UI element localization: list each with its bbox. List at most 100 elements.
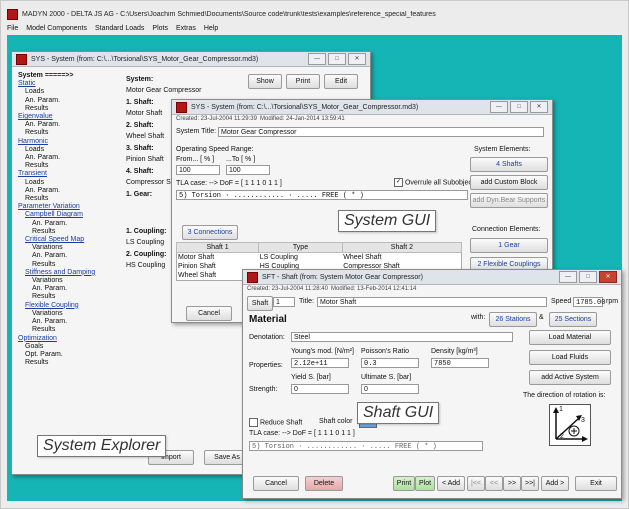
tree-item[interactable]: An. Param. bbox=[18, 187, 98, 195]
print-button[interactable]: Print bbox=[286, 74, 320, 89]
shaft-select[interactable]: 1 bbox=[273, 297, 295, 307]
add-right-button[interactable]: Add > bbox=[541, 476, 569, 491]
system-title-field[interactable]: Motor Gear Compressor bbox=[218, 127, 544, 137]
tree-item[interactable]: Campbell Diagram bbox=[18, 211, 98, 219]
tree-item[interactable]: An. Param. bbox=[18, 252, 98, 260]
add-custom-block-button[interactable]: add Custom Block bbox=[470, 175, 548, 190]
coupling1-value: LS Coupling bbox=[126, 239, 165, 246]
close-button[interactable]: ✕ bbox=[599, 271, 617, 283]
4-shafts-button[interactable]: 4 Shafts bbox=[470, 157, 548, 172]
tree-item[interactable]: Results bbox=[18, 129, 98, 137]
print-button[interactable]: Print bbox=[393, 476, 415, 491]
tree-item[interactable]: Results bbox=[18, 228, 98, 236]
menu-help[interactable]: Help bbox=[204, 25, 218, 32]
close-button[interactable]: ✕ bbox=[530, 101, 548, 113]
add-active-system-button[interactable]: add Active System bbox=[529, 370, 611, 385]
tree-item[interactable]: Results bbox=[18, 261, 98, 269]
density-field[interactable]: 7850 bbox=[431, 358, 489, 368]
tree-item[interactable]: Results bbox=[18, 293, 98, 301]
3-connections-button[interactable]: 3 Connections bbox=[182, 225, 238, 240]
tree-item[interactable]: Transient bbox=[18, 170, 98, 178]
yield-field[interactable]: 0 bbox=[291, 384, 349, 394]
tree-item[interactable]: Loads bbox=[18, 88, 98, 96]
system-title-label: System Title: bbox=[176, 128, 217, 135]
close-button[interactable]: ✕ bbox=[348, 53, 366, 65]
tree-item[interactable]: An. Param. bbox=[18, 285, 98, 293]
table-header: Type bbox=[258, 242, 343, 253]
reduce-shaft-row[interactable]: Reduce Shaft bbox=[249, 418, 302, 427]
tree-item[interactable]: Variations bbox=[18, 244, 98, 252]
overrule-checkbox-row[interactable]: ✓ Overrule all Subobjects bbox=[394, 178, 477, 187]
delete-button[interactable]: Delete bbox=[305, 476, 343, 491]
maximize-button[interactable]: □ bbox=[579, 271, 597, 283]
plot-button[interactable]: Plot bbox=[415, 476, 435, 491]
to-field[interactable]: 100 bbox=[226, 165, 270, 175]
table-row[interactable]: Motor Shaft LS Coupling Wheel Shaft bbox=[177, 253, 462, 263]
overrule-checkbox[interactable]: ✓ bbox=[394, 178, 403, 187]
tree-item[interactable]: Eigenvalue bbox=[18, 113, 98, 121]
sections-button[interactable]: 25 Sections bbox=[549, 312, 597, 327]
tree-item[interactable]: Opt. Param. bbox=[18, 351, 98, 359]
cancel-button[interactable]: Cancel bbox=[253, 476, 299, 491]
minimize-button[interactable]: — bbox=[308, 53, 326, 65]
tree-item[interactable]: An. Param. bbox=[18, 154, 98, 162]
exit-button[interactable]: Exit bbox=[575, 476, 617, 491]
youngs-field[interactable]: 2.12e+11 bbox=[291, 358, 349, 368]
dof-dropdown[interactable]: 5) Torsion · ............ · ..... FREE (… bbox=[176, 190, 468, 200]
denotation-field[interactable]: Steel bbox=[291, 332, 513, 342]
minimize-button[interactable]: — bbox=[490, 101, 508, 113]
tree-item[interactable]: An. Param. bbox=[18, 97, 98, 105]
shaft-button[interactable]: Shaft bbox=[247, 296, 273, 311]
shaft-title-field[interactable]: Motor Shaft bbox=[317, 297, 547, 307]
tree-item[interactable]: Variations bbox=[18, 277, 98, 285]
first-button[interactable]: |<< bbox=[467, 476, 485, 491]
1-gear-button[interactable]: 1 Gear bbox=[470, 238, 548, 253]
menu-standard-loads[interactable]: Standard Loads bbox=[95, 25, 144, 32]
maximize-button[interactable]: □ bbox=[328, 53, 346, 65]
tree-item[interactable]: Harmonic bbox=[18, 138, 98, 146]
poisson-field[interactable]: 0.3 bbox=[361, 358, 419, 368]
speed-field[interactable]: 1785.00 bbox=[573, 297, 605, 307]
dof-dropdown[interactable]: 5) Torsion · ............ · ..... FREE (… bbox=[249, 441, 483, 451]
tree-item[interactable]: Optimization bbox=[18, 335, 98, 343]
cancel-button[interactable]: Cancel bbox=[186, 306, 232, 321]
tree-item[interactable]: Results bbox=[18, 359, 98, 367]
tree-item[interactable]: Critical Speed Map bbox=[18, 236, 98, 244]
menu-extras[interactable]: Extras bbox=[176, 25, 196, 32]
load-fluids-button[interactable]: Load Fluids bbox=[529, 350, 611, 365]
tree-item[interactable]: Stiffness and Damping bbox=[18, 269, 98, 277]
tree-item[interactable]: Variations bbox=[18, 310, 98, 318]
edit-button[interactable]: Edit bbox=[324, 74, 358, 89]
menu-file[interactable]: File bbox=[7, 25, 18, 32]
tree-item[interactable]: Loads bbox=[18, 179, 98, 187]
add-dyn-bear-button[interactable]: add Dyn.Bear Supports bbox=[470, 193, 548, 208]
tree-item[interactable]: Loads bbox=[18, 146, 98, 154]
tree-item[interactable]: An. Param. bbox=[18, 121, 98, 129]
tree-item[interactable]: Results bbox=[18, 105, 98, 113]
menu-plots[interactable]: Plots bbox=[152, 25, 168, 32]
show-button[interactable]: Show bbox=[248, 74, 282, 89]
tree-item[interactable]: Goals bbox=[18, 343, 98, 351]
tree-item[interactable]: Static bbox=[18, 80, 98, 88]
menu-model-components[interactable]: Model Components bbox=[26, 25, 87, 32]
minimize-button[interactable]: — bbox=[559, 271, 577, 283]
tree-item[interactable]: Parameter Variation bbox=[18, 203, 98, 211]
coupling1-label: 1. Coupling: bbox=[126, 228, 167, 235]
reduce-shaft-checkbox[interactable] bbox=[249, 418, 258, 427]
prev-button[interactable]: << bbox=[485, 476, 503, 491]
next-button[interactable]: >> bbox=[503, 476, 521, 491]
load-material-button[interactable]: Load Material bbox=[529, 330, 611, 345]
maximize-button[interactable]: □ bbox=[510, 101, 528, 113]
tree-item[interactable]: An. Param. bbox=[18, 220, 98, 228]
tree-item[interactable]: Results bbox=[18, 162, 98, 170]
ultimate-field[interactable]: 0 bbox=[361, 384, 419, 394]
stations-button[interactable]: 26 Stations bbox=[489, 312, 537, 327]
tree-item[interactable]: Results bbox=[18, 326, 98, 334]
from-field[interactable]: 100 bbox=[176, 165, 220, 175]
add-left-button[interactable]: < Add bbox=[437, 476, 465, 491]
last-button[interactable]: >>| bbox=[521, 476, 539, 491]
tree-item[interactable]: An. Param. bbox=[18, 318, 98, 326]
tree-item[interactable]: Flexible Coupling bbox=[18, 302, 98, 310]
tree-item[interactable]: System =====>> bbox=[18, 72, 98, 80]
tree-item[interactable]: Results bbox=[18, 195, 98, 203]
